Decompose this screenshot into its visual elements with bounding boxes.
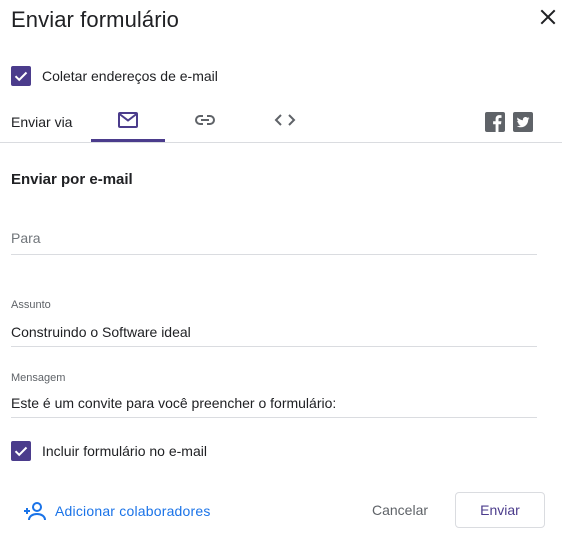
email-icon: [118, 112, 138, 128]
section-title: Enviar por e-mail: [11, 171, 133, 188]
checkmark-icon: [14, 446, 28, 457]
message-label: Mensagem: [11, 372, 66, 384]
send-button[interactable]: Enviar: [455, 492, 545, 528]
message-input[interactable]: [11, 395, 537, 411]
to-input[interactable]: [11, 230, 537, 246]
facebook-icon: [493, 115, 502, 132]
send-form-dialog: Enviar formulário Coletar endereços de e…: [0, 0, 562, 536]
tabs-divider: [0, 142, 562, 143]
close-icon: [540, 9, 556, 25]
dialog-title: Enviar formulário: [11, 7, 179, 32]
checkmark-icon: [14, 71, 28, 82]
subject-field[interactable]: [11, 324, 537, 347]
cancel-button[interactable]: Cancelar: [362, 492, 438, 528]
add-person-icon: [24, 502, 46, 521]
tab-email[interactable]: [91, 104, 165, 142]
share-twitter-button[interactable]: [513, 112, 533, 132]
tab-embed[interactable]: [248, 104, 322, 142]
collect-emails-label: Coletar endereços de e-mail: [42, 68, 218, 84]
close-button[interactable]: [536, 5, 560, 29]
share-facebook-button[interactable]: [485, 112, 505, 132]
subject-input[interactable]: [11, 324, 537, 340]
tab-link[interactable]: [168, 104, 242, 142]
twitter-icon: [516, 117, 530, 128]
embed-code-icon: [274, 114, 296, 126]
include-form-checkbox[interactable]: [11, 441, 31, 461]
to-field[interactable]: [11, 230, 537, 255]
add-collaborators-label: Adicionar colaboradores: [55, 503, 211, 519]
send-via-label: Enviar via: [11, 114, 73, 130]
include-form-label: Incluir formulário no e-mail: [42, 443, 207, 459]
message-field[interactable]: [11, 395, 537, 418]
collect-emails-checkbox[interactable]: [11, 66, 31, 86]
subject-label: Assunto: [11, 299, 51, 311]
link-icon: [195, 115, 215, 125]
